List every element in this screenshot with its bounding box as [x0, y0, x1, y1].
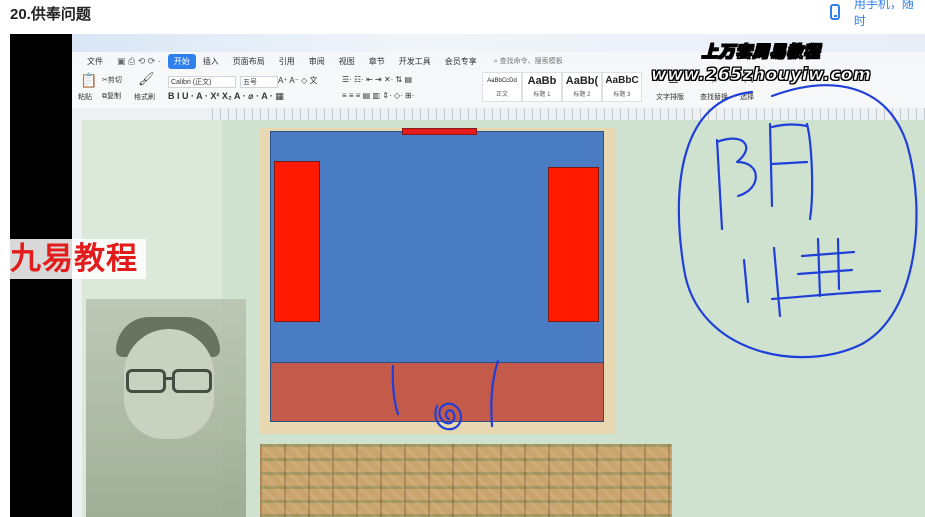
menu-member[interactable]: 会员专享 [438, 56, 484, 67]
diagram-red-top-bar [402, 128, 477, 135]
find-replace-button[interactable]: 查找替换 [700, 92, 728, 102]
style-heading-2-name: 标题 2 [573, 92, 591, 98]
mobile-view-link[interactable]: 用手机，随时 [830, 0, 925, 28]
watermark-url: www.265zhouyiw.com [651, 65, 872, 86]
font-format-icons[interactable]: B I U · A · X² X₂ A · ⌀ · A · ▦ [168, 91, 284, 102]
ruler-ticks [212, 108, 925, 120]
watermark-title: 上万套周易教程 [701, 42, 821, 62]
style-heading-3-name: 标题 3 [613, 92, 631, 98]
channel-watermark: 上万套周易教程 www.265zhouyiw.com [651, 38, 872, 86]
style-heading-2[interactable]: AaBb( 标题 2 [562, 72, 602, 102]
menu-references[interactable]: 引用 [272, 56, 302, 67]
search-icon: ⌕ [493, 58, 498, 65]
list-format-icons[interactable]: ☰· ☷· ⇤ ⇥ ✕· ⇅ ▤ [342, 75, 412, 84]
style-heading-1-sample: AaBb [527, 75, 557, 87]
menu-sections[interactable]: 章节 [362, 56, 392, 67]
presenter-webcam [86, 299, 246, 517]
mobile-view-link-label: 用手机，随时 [853, 0, 914, 28]
page-title: 20.供奉问题 [10, 6, 91, 23]
paste-button[interactable]: 粘贴 [78, 92, 92, 102]
copy-label: 复制 [107, 93, 121, 100]
phone-icon [830, 4, 840, 20]
quick-access-icons[interactable]: ▣ ⎙ ⟲ ⟳ · [110, 56, 168, 67]
menu-review[interactable]: 审阅 [302, 56, 332, 67]
palace-map-image [260, 444, 672, 517]
format-painter-button[interactable]: 格式刷 [134, 92, 155, 102]
style-heading-1-name: 标题 1 [533, 92, 551, 98]
menu-view[interactable]: 视图 [332, 56, 362, 67]
diagram-red-right-block [548, 167, 599, 322]
menu-home[interactable]: 开始 [167, 53, 196, 69]
wps-writer-window: 文件 ▣ ⎙ ⟲ ⟳ · 开始 插入 页面布局 引用 审阅 视图 章节 开发工具… [72, 34, 925, 517]
side-watermark: 九易教程 [10, 239, 146, 279]
font-size-select[interactable]: 五号 [240, 76, 278, 88]
select-button[interactable]: 选择 [740, 92, 754, 102]
style-heading-1[interactable]: AaBb 标题 1 [522, 72, 562, 102]
style-heading-3-sample: AaBbC [605, 75, 639, 86]
cut-button[interactable]: ✂剪切 [102, 75, 122, 85]
cut-label: 剪切 [107, 77, 122, 84]
format-painter-icon[interactable]: 🖌 [138, 71, 155, 87]
video-player[interactable]: 文件 ▣ ⎙ ⟲ ⟳ · 开始 插入 页面布局 引用 审阅 视图 章节 开发工具… [10, 34, 925, 517]
menu-page-layout[interactable]: 页面布局 [226, 56, 272, 67]
style-normal[interactable]: AaBbCcDd 正文 [482, 72, 522, 102]
command-search[interactable]: ⌕ 查找命令、搜索模板 [494, 56, 563, 66]
font-size-adjust-icons[interactable]: A⁺ A⁻ ◇ 文 [278, 75, 318, 86]
command-search-placeholder: 查找命令、搜索模板 [499, 58, 563, 65]
glasses-lens-right [172, 369, 212, 393]
top-bar: 20.供奉问题 用手机，随时 [0, 0, 925, 34]
menu-file[interactable]: 文件 [80, 56, 110, 67]
presenter-glasses [126, 369, 212, 393]
menu-insert[interactable]: 插入 [196, 56, 226, 67]
font-name-select[interactable]: Calibri (正文) [168, 76, 236, 88]
menu-developer[interactable]: 开发工具 [392, 56, 438, 67]
glasses-lens-left [126, 369, 166, 393]
style-heading-2-sample: AaBb( [565, 75, 599, 87]
copy-button[interactable]: ⧉复制 [102, 91, 121, 101]
diagram-red-left-block [274, 161, 320, 322]
style-heading-3[interactable]: AaBbC 标题 3 [602, 72, 642, 102]
diagram-bottom-region [270, 363, 604, 422]
style-normal-sample: AaBbCcDd [487, 78, 517, 84]
align-format-icons[interactable]: ≡ ≡ ≡ ▤ ▥ ⇕· ◇· ⊞· [342, 91, 414, 100]
style-normal-name: 正文 [495, 92, 508, 98]
text-layout-button[interactable]: 文字排版 [656, 92, 684, 102]
paste-icon[interactable]: 📋 [80, 72, 97, 89]
